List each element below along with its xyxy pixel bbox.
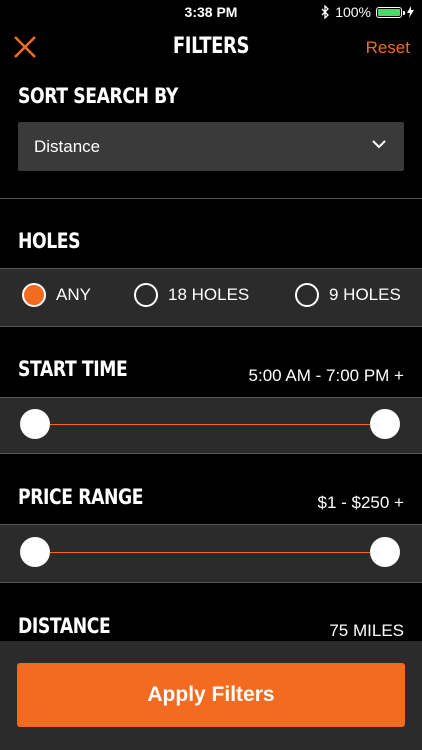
- distance-title: DISTANCE: [18, 614, 111, 638]
- radio-9-holes-label: 9 HOLES: [329, 285, 401, 304]
- chevron-down-icon: [372, 140, 386, 149]
- price-range-title: PRICE RANGE: [18, 485, 144, 509]
- start-time-min-thumb[interactable]: [20, 409, 50, 439]
- start-time-value: 5:00 AM - 7:00 PM +: [248, 366, 404, 385]
- price-range-max-thumb[interactable]: [370, 537, 400, 567]
- nav-bar: FILTERS Reset: [0, 24, 422, 72]
- radio-9-holes[interactable]: 9 HOLES: [295, 283, 401, 307]
- price-range-min-thumb[interactable]: [20, 537, 50, 567]
- close-icon[interactable]: [12, 34, 38, 60]
- battery-fill: [378, 8, 400, 16]
- price-range-value: $1 - $250 +: [317, 493, 405, 512]
- sort-dropdown[interactable]: Distance: [18, 122, 404, 171]
- start-time-slider[interactable]: [0, 397, 422, 454]
- radio-any-label: ANY: [56, 285, 91, 304]
- reset-button[interactable]: Reset: [366, 38, 410, 58]
- radio-18-holes-circle: [134, 283, 158, 307]
- holes-options: ANY 18 HOLES 9 HOLES: [0, 268, 422, 327]
- bluetooth-icon: [321, 5, 330, 19]
- holes-section-title: HOLES: [18, 229, 81, 253]
- battery-percent: 100%: [335, 4, 371, 20]
- page-title: FILTERS: [172, 34, 250, 59]
- distance-value: 75 MILES: [329, 621, 404, 640]
- bolt-icon: [407, 6, 414, 18]
- price-range-track: [35, 552, 387, 553]
- status-bar: 3:38 PM 100%: [0, 0, 422, 24]
- start-time-max-thumb[interactable]: [370, 409, 400, 439]
- battery-icon: [376, 6, 405, 18]
- radio-any[interactable]: ANY: [22, 283, 91, 307]
- radio-9-holes-circle: [295, 283, 319, 307]
- sort-selected-value: Distance: [34, 137, 101, 156]
- start-time-title: START TIME: [18, 357, 128, 381]
- radio-18-holes-label: 18 HOLES: [168, 285, 250, 304]
- footer-bar: Apply Filters: [0, 641, 422, 750]
- apply-filters-button[interactable]: Apply Filters: [17, 663, 405, 727]
- start-time-track: [35, 424, 387, 425]
- divider: [0, 198, 422, 199]
- price-range-slider[interactable]: [0, 524, 422, 583]
- status-right: 100%: [321, 4, 414, 20]
- sort-section-title: SORT SEARCH BY: [18, 84, 178, 108]
- radio-18-holes[interactable]: 18 HOLES: [134, 283, 249, 307]
- radio-any-circle: [22, 283, 46, 307]
